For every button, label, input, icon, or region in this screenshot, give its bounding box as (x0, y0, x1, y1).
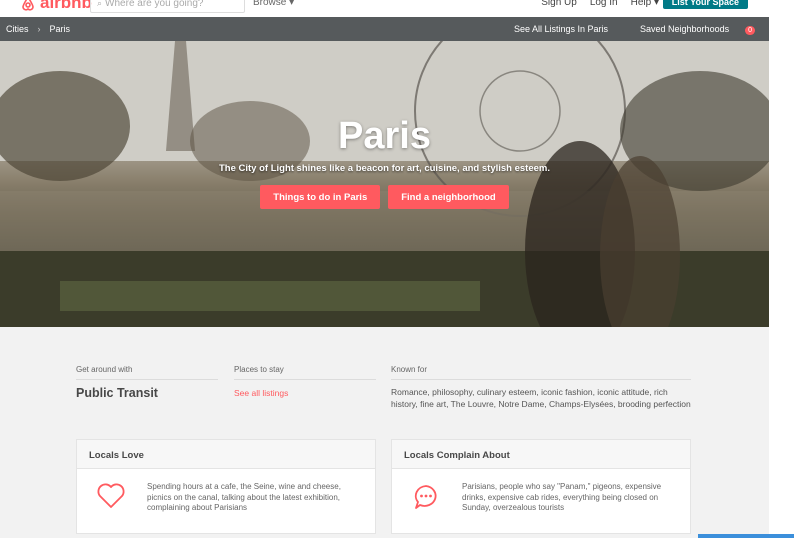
browse-menu[interactable]: Browse ▾ (253, 0, 294, 8)
locals-love-text: Spending hours at a cafe, the Seine, win… (147, 482, 341, 512)
locals-love-body: Spending hours at a cafe, the Seine, win… (77, 469, 375, 533)
locals-love-card: Locals Love Spending hours at a cafe, th… (76, 439, 376, 534)
chevron-right-icon: › (37, 24, 41, 34)
logo-text: airbnb (40, 0, 92, 12)
locals-love-title: Locals Love (77, 440, 375, 469)
breadcrumb-links: See All Listings In Paris Saved Neighbor… (498, 24, 755, 35)
search-input[interactable]: ⌕ Where are you going? (90, 0, 245, 13)
help-menu[interactable]: Help ▾ (631, 0, 659, 8)
saved-neighborhoods-link[interactable]: Saved Neighborhoods 0 (624, 24, 755, 35)
airbnb-logo[interactable]: airbnb (20, 0, 92, 13)
hero-photo (0, 41, 769, 327)
known-for-column: Known for Romance, philosophy, culinary … (391, 365, 691, 410)
heart-icon (97, 483, 125, 508)
locals-complain-title: Locals Complain About (392, 440, 690, 469)
speech-bubble-icon (414, 485, 437, 509)
hero-buttons: Things to do in Paris Find a neighborhoo… (0, 185, 769, 209)
search-icon: ⌕ (97, 0, 103, 8)
get-around-column: Get around with Public Transit (76, 365, 218, 400)
get-around-label: Get around with (76, 365, 218, 380)
things-to-do-button[interactable]: Things to do in Paris (260, 185, 381, 209)
saved-count-badge: 0 (745, 25, 755, 35)
locals-complain-body: Parisians, people who say "Panam," pigeo… (392, 469, 690, 533)
find-neighborhood-button[interactable]: Find a neighborhood (388, 185, 509, 209)
places-label: Places to stay (234, 365, 376, 380)
log-in-link[interactable]: Log In (590, 0, 618, 8)
city-info-section: Get around with Public Transit Places to… (0, 327, 769, 538)
sign-up-link[interactable]: Sign Up (541, 0, 577, 8)
header-nav: Sign Up Log In Help ▾ (528, 0, 659, 8)
saved-neighborhoods-label: Saved Neighborhoods (640, 23, 730, 34)
hero-banner: Paris The City of Light shines like a be… (0, 41, 769, 327)
breadcrumb-bar: Cities › Paris See All Listings In Paris… (0, 17, 769, 41)
places-column: Places to stay See all listings (234, 365, 376, 398)
list-your-space-button[interactable]: List Your Space (662, 0, 748, 9)
page-title: Paris (338, 115, 431, 157)
known-for-label: Known for (391, 365, 691, 380)
locals-complain-card: Locals Complain About Parisians, people … (391, 439, 691, 534)
see-all-listings-link-2[interactable]: See all listings (234, 388, 376, 398)
get-around-value: Public Transit (76, 386, 158, 400)
breadcrumb-paris: Paris (49, 24, 71, 34)
airbnb-logo-icon (22, 0, 34, 11)
hero-subtitle: The City of Light shines like a beacon f… (218, 163, 550, 174)
search-placeholder: Where are you going? (105, 0, 204, 9)
breadcrumb-cities[interactable]: Cities (6, 24, 29, 34)
top-header: airbnb ⌕ Where are you going? Browse ▾ S… (0, 0, 794, 17)
known-for-text: Romance, philosophy, culinary esteem, ic… (391, 387, 691, 409)
feedback-tab[interactable] (698, 534, 794, 538)
locals-complain-text: Parisians, people who say "Panam," pigeo… (462, 482, 662, 512)
see-all-listings-link[interactable]: See All Listings In Paris (514, 24, 608, 34)
